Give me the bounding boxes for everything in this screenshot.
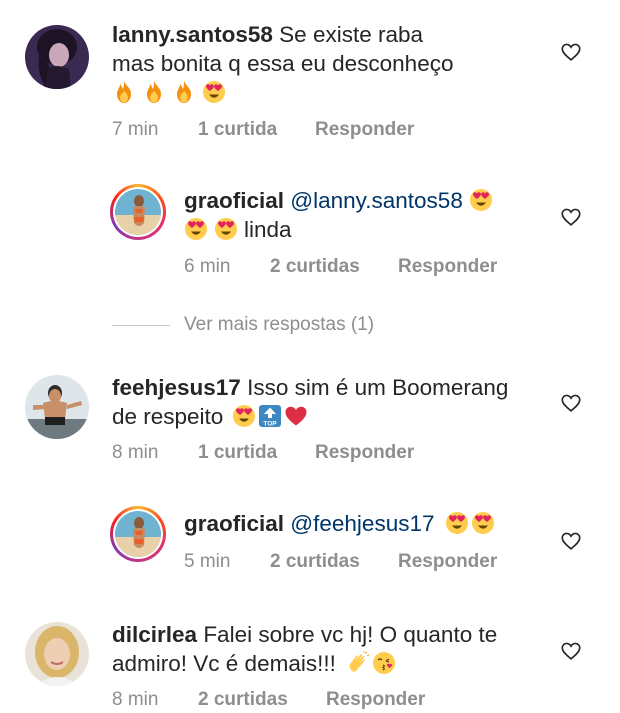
mention-link[interactable]: @feehjesus17 xyxy=(290,511,434,536)
reply-button[interactable]: Responder xyxy=(398,256,497,278)
likes-count[interactable]: 2 curtidas xyxy=(270,256,360,278)
fire-emoji xyxy=(142,80,166,104)
heart-outline-icon[interactable] xyxy=(560,206,582,228)
likes-count[interactable]: 1 curtida xyxy=(198,442,277,464)
comment-text: de respeito xyxy=(112,404,224,429)
clapping-hands-emoji xyxy=(346,651,370,675)
comment-text: Falei sobre vc hj! O quanto te xyxy=(203,622,498,647)
reply-button[interactable]: Responder xyxy=(326,689,425,711)
comment-time: 8 min xyxy=(112,442,159,463)
comment-time: 7 min xyxy=(112,119,159,140)
avatar[interactable] xyxy=(115,511,161,557)
comment-time: 6 min xyxy=(184,256,231,277)
likes-count[interactable]: 1 curtida xyxy=(198,119,277,141)
reply-button[interactable]: Responder xyxy=(315,119,414,141)
top-arrow-emoji xyxy=(258,404,282,428)
comment-text: admiro! Vc é demais!!! xyxy=(112,651,336,676)
heart-eyes-emoji xyxy=(471,511,495,535)
comment-time: 5 min xyxy=(184,551,231,572)
heart-outline-icon[interactable] xyxy=(560,640,582,662)
heart-eyes-emoji xyxy=(184,217,208,241)
comment-username[interactable]: feehjesus17 xyxy=(112,375,241,400)
red-heart-emoji xyxy=(284,404,308,428)
heart-outline-icon[interactable] xyxy=(560,392,582,414)
comment-username[interactable]: dilcirlea xyxy=(112,622,197,647)
view-more-replies-button[interactable]: Ver mais respostas (1) xyxy=(184,314,374,336)
heart-eyes-emoji xyxy=(232,404,256,428)
fire-emoji xyxy=(172,80,196,104)
comment-text: mas bonita q essa eu desconheço xyxy=(112,51,454,76)
heart-eyes-emoji xyxy=(445,511,469,535)
avatar[interactable] xyxy=(25,25,89,89)
avatar[interactable] xyxy=(25,375,89,439)
comment-username[interactable]: lanny.santos58 xyxy=(112,22,273,47)
comment-text: Se existe raba xyxy=(279,22,424,47)
story-ring[interactable] xyxy=(110,184,166,240)
mention-link[interactable]: @lanny.santos58 xyxy=(290,188,463,213)
comment-text: linda xyxy=(244,217,292,242)
heart-eyes-emoji xyxy=(469,188,493,212)
story-ring[interactable] xyxy=(110,506,166,562)
heart-outline-icon[interactable] xyxy=(560,41,582,63)
comment-time: 8 min xyxy=(112,689,159,710)
view-more-divider xyxy=(112,325,170,326)
heart-eyes-emoji xyxy=(214,217,238,241)
heart-outline-icon[interactable] xyxy=(560,530,582,552)
reply-button[interactable]: Responder xyxy=(315,442,414,464)
fire-emoji xyxy=(112,80,136,104)
heart-eyes-emoji xyxy=(202,80,226,104)
reply-button[interactable]: Responder xyxy=(398,551,497,573)
likes-count[interactable]: 2 curtidas xyxy=(270,551,360,573)
comment-username[interactable]: graoficial xyxy=(184,188,284,213)
likes-count[interactable]: 2 curtidas xyxy=(198,689,288,711)
comment-text: Isso sim é um Boomerang xyxy=(247,375,509,400)
avatar[interactable] xyxy=(25,622,89,686)
comment-username[interactable]: graoficial xyxy=(184,511,284,536)
kissing-face-emoji xyxy=(372,651,396,675)
avatar[interactable] xyxy=(115,189,161,235)
